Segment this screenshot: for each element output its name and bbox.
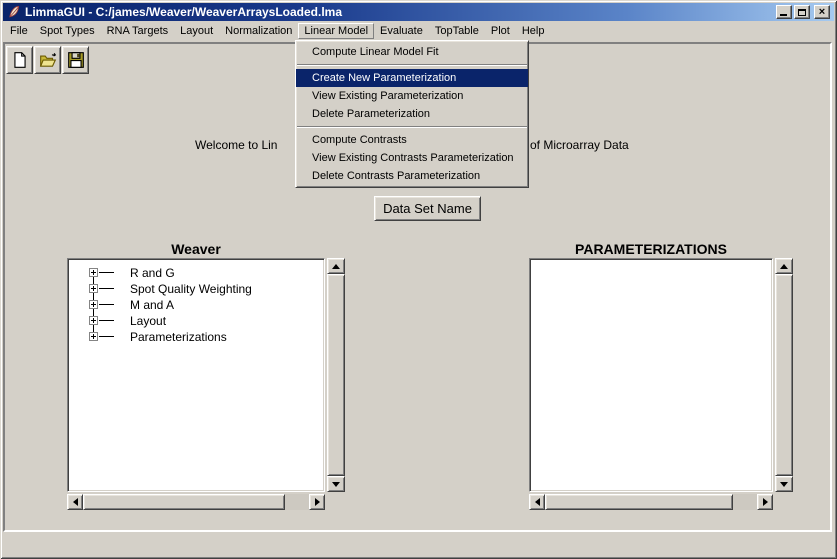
scroll-down-button[interactable] (775, 476, 793, 492)
tree-item-spot-quality-weighting[interactable]: Spot Quality Weighting (70, 281, 322, 297)
tree-branch-line (99, 272, 114, 273)
menu-plot[interactable]: Plot (485, 23, 516, 39)
weaver-tree: R and G Spot Quality Weighting M and A Layo… (70, 261, 322, 489)
arrow-up-icon (332, 264, 340, 269)
tree-item-r-and-g[interactable]: R and G (70, 265, 322, 281)
toolbar (6, 46, 90, 74)
expand-plus-icon[interactable] (89, 316, 98, 325)
close-button[interactable]: × (814, 5, 830, 19)
arrow-right-icon (315, 498, 320, 506)
parameterizations-vertical-scrollbar[interactable] (775, 258, 793, 492)
scroll-right-button[interactable] (757, 494, 773, 510)
menu-evaluate[interactable]: Evaluate (374, 23, 429, 39)
expand-plus-icon[interactable] (89, 300, 98, 309)
menubar: FileSpot TypesRNA TargetsLayoutNormaliza… (3, 21, 834, 41)
menu-normalization[interactable]: Normalization (219, 23, 298, 39)
menu-separator (297, 64, 527, 66)
menu-spot-types[interactable]: Spot Types (34, 23, 101, 39)
menu-layout[interactable]: Layout (174, 23, 219, 39)
parameterizations-listbox[interactable] (529, 258, 773, 492)
expand-plus-icon[interactable] (89, 284, 98, 293)
weaver-panel-title: Weaver (67, 241, 325, 257)
scrollbar-thumb[interactable] (327, 274, 345, 476)
arrow-up-icon (780, 264, 788, 269)
tree-item-label: R and G (130, 266, 175, 280)
expand-plus-icon[interactable] (89, 332, 98, 341)
scroll-left-button[interactable] (529, 494, 545, 510)
scrollbar-thumb[interactable] (545, 494, 733, 510)
tk-feather-icon (7, 5, 21, 19)
expand-plus-icon[interactable] (89, 268, 98, 277)
tree-item-parameterizations[interactable]: Parameterizations (70, 329, 322, 345)
window-title: LimmaGUI - C:/james/Weaver/WeaverArraysL… (25, 5, 342, 19)
open-folder-icon (39, 51, 57, 69)
menu-rna-targets[interactable]: RNA Targets (101, 23, 175, 39)
arrow-down-icon (780, 482, 788, 487)
scroll-up-button[interactable] (327, 258, 345, 274)
arrow-right-icon (763, 498, 768, 506)
menu-item-compute-linear-model-fit[interactable]: Compute Linear Model Fit (296, 43, 528, 61)
menu-item-compute-contrasts[interactable]: Compute Contrasts (296, 131, 528, 149)
new-document-icon (11, 51, 29, 69)
maximize-icon (798, 9, 806, 16)
tree-item-label: M and A (130, 298, 174, 312)
menu-item-delete-contrasts-parameterization[interactable]: Delete Contrasts Parameterization (296, 167, 528, 185)
weaver-horizontal-scrollbar[interactable] (67, 494, 325, 510)
window-controls: × (774, 5, 830, 19)
minimize-button[interactable] (776, 5, 792, 19)
tree-branch-line (99, 320, 114, 321)
tree-item-label: Layout (130, 314, 166, 328)
menu-linear-model[interactable]: Linear Model (298, 23, 374, 39)
scroll-up-button[interactable] (775, 258, 793, 274)
close-icon: × (819, 7, 825, 18)
tree-item-label: Spot Quality Weighting (130, 282, 252, 296)
menu-item-delete-parameterization[interactable]: Delete Parameterization (296, 105, 528, 123)
scrollbar-thumb[interactable] (83, 494, 285, 510)
app-window: LimmaGUI - C:/james/Weaver/WeaverArraysL… (0, 0, 837, 559)
menu-separator (297, 126, 527, 128)
tree-branch-line (99, 288, 114, 289)
weaver-vertical-scrollbar[interactable] (327, 258, 345, 492)
parameterizations-horizontal-scrollbar[interactable] (529, 494, 773, 510)
arrow-down-icon (332, 482, 340, 487)
maximize-button[interactable] (794, 5, 810, 19)
tree-branch-line (99, 304, 114, 305)
tree-item-layout[interactable]: Layout (70, 313, 322, 329)
arrow-left-icon (73, 498, 78, 506)
welcome-text-right: of Microarray Data (530, 138, 629, 152)
menu-help[interactable]: Help (516, 23, 551, 39)
tree-item-label: Parameterizations (130, 330, 227, 344)
arrow-left-icon (535, 498, 540, 506)
floppy-disk-icon (67, 51, 85, 69)
minimize-icon (780, 14, 787, 16)
weaver-listbox[interactable]: R and G Spot Quality Weighting M and A Layo… (67, 258, 325, 492)
menu-item-create-new-parameterization[interactable]: Create New Parameterization (296, 69, 528, 87)
save-file-button[interactable] (62, 46, 89, 74)
menu-file[interactable]: File (4, 23, 34, 39)
tree-item-m-and-a[interactable]: M and A (70, 297, 322, 313)
parameterizations-panel-title: PARAMETERIZATIONS (529, 241, 773, 257)
linear-model-menu: Compute Linear Model Fit Create New Param… (295, 40, 529, 188)
titlebar[interactable]: LimmaGUI - C:/james/Weaver/WeaverArraysL… (3, 3, 834, 21)
new-file-button[interactable] (6, 46, 33, 74)
menu-item-view-existing-parameterization[interactable]: View Existing Parameterization (296, 87, 528, 105)
scroll-down-button[interactable] (327, 476, 345, 492)
welcome-text-left: Welcome to Lin (195, 138, 277, 152)
tree-branch-line (99, 336, 114, 337)
scroll-right-button[interactable] (309, 494, 325, 510)
data-set-name-button[interactable]: Data Set Name (374, 196, 481, 221)
scrollbar-thumb[interactable] (775, 274, 793, 476)
menu-toptable[interactable]: TopTable (429, 23, 485, 39)
scroll-left-button[interactable] (67, 494, 83, 510)
menu-item-view-existing-contrasts-parameterization[interactable]: View Existing Contrasts Parameterization (296, 149, 528, 167)
open-file-button[interactable] (34, 46, 61, 74)
